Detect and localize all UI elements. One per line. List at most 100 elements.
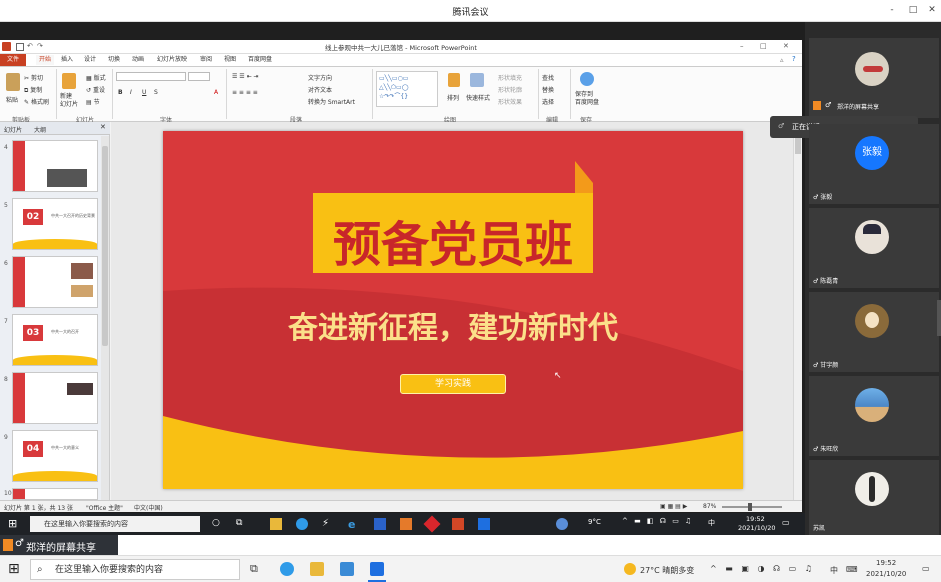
tencent-meeting-icon[interactable] (478, 518, 490, 530)
tab-review[interactable]: 审阅 (200, 55, 212, 65)
reset-button[interactable]: ↺ 重设 (86, 85, 105, 94)
shape-fill-button[interactable]: 形状填充 (498, 73, 522, 82)
font-name-select[interactable] (116, 72, 186, 81)
slide-thumbnail-4[interactable] (12, 140, 98, 192)
windows-start-icon[interactable]: ⊞ (8, 562, 20, 576)
task-view-icon[interactable]: ⧉ (236, 518, 242, 528)
shared-search-box[interactable]: 在这里输入你要搜索的内容 (30, 516, 200, 532)
cortana-icon[interactable]: ○ (212, 518, 220, 528)
tab-baidu-netdisk[interactable]: 百度网盘 (248, 55, 272, 65)
align-text-button[interactable]: 对齐文本 (308, 85, 332, 94)
arrange-icon[interactable] (448, 73, 460, 87)
baidu-icon[interactable] (374, 518, 386, 530)
slide-thumbnail-10[interactable] (12, 488, 98, 500)
align-buttons[interactable]: ≡ ≡ ≡ ≡ (232, 89, 258, 96)
file-explorer-icon[interactable] (270, 518, 282, 530)
tab-view[interactable]: 视图 (224, 55, 236, 65)
minimize-button[interactable]: - (885, 3, 899, 17)
slide-thumbnail-5[interactable]: 02 中共一大召开的历史背景 (12, 198, 98, 250)
help-icon[interactable]: ? (792, 55, 796, 63)
app-icon[interactable]: ⚡ (322, 518, 329, 529)
ppt-maximize-button[interactable]: □ (760, 42, 767, 50)
view-buttons[interactable]: ▣ ▦ ▤ ▶ (660, 503, 687, 510)
task-view-icon[interactable]: ⧉ (250, 562, 258, 576)
tab-animations[interactable]: 动画 (132, 55, 144, 65)
participant-tile[interactable]: ♂ 郑洋的屏幕共享 (809, 38, 939, 118)
italic-button[interactable]: I (130, 89, 132, 96)
bold-button[interactable]: B (118, 89, 123, 96)
copy-button[interactable]: ⧉ 复制 (24, 85, 42, 95)
powerpoint-taskbar-icon[interactable] (452, 518, 464, 530)
file-explorer-icon[interactable] (310, 562, 324, 576)
tencent-meeting-icon[interactable] (370, 562, 384, 576)
close-button[interactable]: ✕ (925, 3, 939, 17)
new-slide-button[interactable]: 新建 幻灯片 (60, 93, 78, 109)
taskbar-search-box[interactable]: ⌕ 在这里输入你要搜索的内容 (30, 559, 240, 580)
system-tray-icons[interactable]: ^ ▬ ▣ ◑ ☊ ▭ ♫ (710, 564, 815, 573)
tab-transitions[interactable]: 切换 (108, 55, 120, 65)
find-button[interactable]: 查找 (542, 73, 554, 82)
editor-scrollbar[interactable] (793, 122, 802, 500)
notifications-icon[interactable]: ▭ (922, 564, 930, 573)
shape-effects-button[interactable]: 形状效果 (498, 97, 522, 106)
tab-slideshow[interactable]: 幻灯片放映 (157, 55, 187, 65)
new-slide-icon[interactable] (62, 73, 76, 89)
baidu-netdisk-icon[interactable] (580, 72, 594, 86)
app-red-icon[interactable] (423, 515, 441, 533)
browser-icon[interactable] (556, 518, 568, 530)
format-painter-button[interactable]: ✎ 格式刷 (24, 97, 49, 106)
underline-button[interactable]: U (142, 89, 146, 96)
edge-icon[interactable] (280, 562, 294, 576)
ime-indicator[interactable]: 中 (708, 518, 715, 528)
shape-outline-button[interactable]: 形状轮廓 (498, 85, 522, 94)
tab-outline[interactable]: 大纲 (34, 125, 46, 134)
tab-file[interactable]: 文件 (0, 54, 26, 66)
cut-button[interactable]: ✂ 剪切 (24, 73, 43, 82)
keyboard-icon[interactable]: ⌨ (846, 565, 858, 574)
system-tray-icons[interactable]: ^ ▬ ◧ ☊ ▭ ♫ (622, 517, 693, 525)
close-pane-icon[interactable]: ✕ (100, 123, 106, 131)
select-button[interactable]: 选择 (542, 97, 554, 106)
bullets-button[interactable]: ☰ ☰ ⇤ ⇥ (232, 73, 259, 80)
ppt-minimize-button[interactable]: – (740, 42, 744, 50)
quick-styles-icon[interactable] (470, 73, 484, 87)
zoom-slider[interactable] (722, 503, 782, 511)
arrange-button[interactable]: 排列 (447, 93, 459, 102)
participant-tile[interactable]: ♂ 甘宇颜 (809, 292, 939, 372)
save-to-netdisk-button[interactable]: 保存到 百度网盘 (575, 91, 599, 107)
zoom-level[interactable]: 87% (703, 503, 716, 510)
notifications-icon[interactable]: ▭ (782, 518, 790, 527)
shapes-gallery[interactable]: ▭╲╲▭○▭ △╲╲⬠▭◯ ☆↷↷⌒{} (376, 71, 438, 107)
ribbon-collapse-icon[interactable]: ▵ (780, 56, 784, 64)
ppt-close-button[interactable]: ✕ (783, 42, 789, 50)
text-direction-button[interactable]: 文字方向 (308, 73, 332, 82)
paste-button[interactable]: 粘贴 (6, 95, 18, 104)
font-size-select[interactable] (188, 72, 210, 81)
panel-scrollbar[interactable] (937, 300, 941, 336)
windows-start-icon[interactable]: ⊞ (8, 518, 19, 529)
section-button[interactable]: ▤ 节 (86, 97, 100, 106)
font-color-button[interactable]: A (214, 89, 218, 96)
store-icon[interactable] (340, 562, 354, 576)
participant-tile[interactable]: 苏凯 (809, 460, 939, 535)
edge-icon[interactable] (296, 518, 308, 530)
maximize-button[interactable]: □ (906, 3, 920, 17)
slide-main[interactable]: 预备党员班 奋进新征程，建功新时代 学习实践 (163, 131, 743, 489)
slide-thumbnail-6[interactable] (12, 256, 98, 308)
zoom-slider-thumb[interactable] (748, 503, 752, 511)
tab-insert[interactable]: 插入 (61, 55, 73, 65)
slide-thumbnail-8[interactable] (12, 372, 98, 424)
learn-practice-button[interactable]: 学习实践 (400, 374, 506, 394)
paste-icon[interactable] (6, 73, 20, 91)
ie-icon[interactable]: e (348, 518, 355, 531)
screen-share-banner[interactable]: ♂ 郑洋的屏幕共享 (0, 535, 118, 555)
replace-button[interactable]: 替换 (542, 85, 554, 94)
quick-styles-button[interactable]: 快速样式 (466, 93, 490, 102)
shadow-button[interactable]: S (154, 89, 158, 96)
slide-thumbnail-9[interactable]: 04 中共一大的意义 (12, 430, 98, 482)
tab-design[interactable]: 设计 (84, 55, 96, 65)
layout-button[interactable]: ▦ 版式 (86, 73, 106, 82)
scroll-thumb[interactable] (102, 146, 108, 346)
wps-icon[interactable] (400, 518, 412, 530)
participant-tile[interactable]: 张毅 ♂ 张毅 (809, 124, 939, 204)
